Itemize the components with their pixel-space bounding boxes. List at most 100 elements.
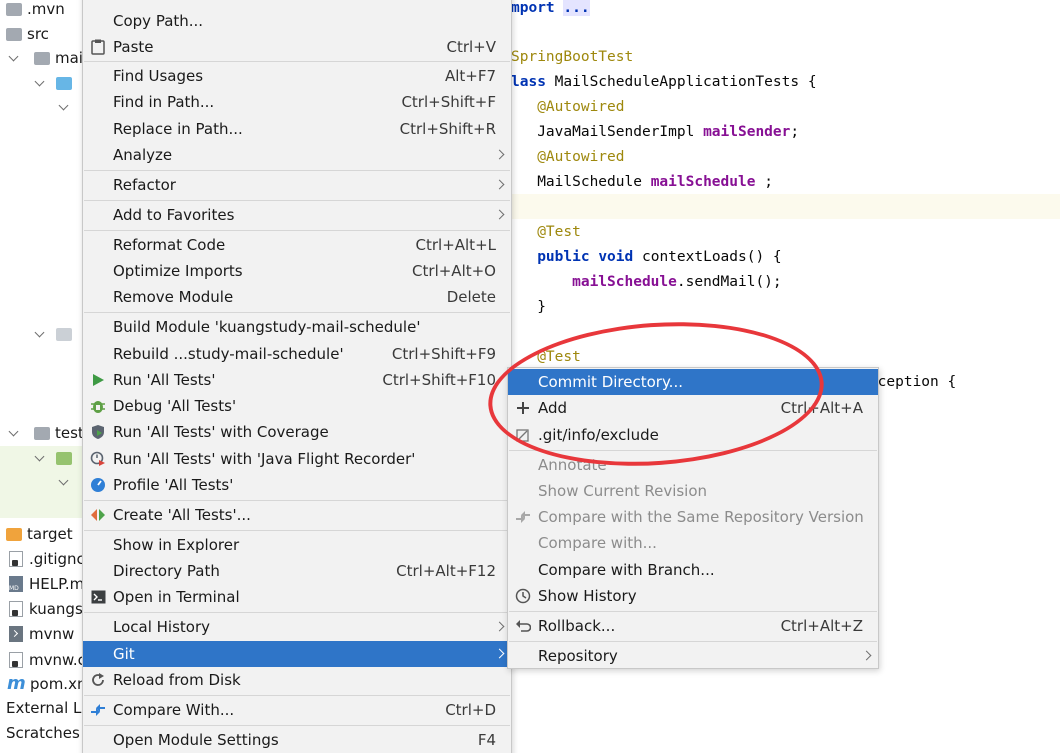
menu-item-compare-with-branch[interactable]: Compare with Branch... bbox=[508, 557, 878, 583]
chevron-down-icon[interactable] bbox=[6, 425, 22, 441]
menu-item-show-current-revision[interactable]: Show Current Revision bbox=[508, 478, 878, 504]
menu-item-optimize-imports[interactable]: Optimize Imports Ctrl+Alt+O bbox=[83, 258, 511, 284]
tree-item-label: mvnw.c bbox=[29, 651, 82, 669]
menu-separator bbox=[509, 450, 877, 451]
tree-item-src[interactable]: src bbox=[6, 22, 49, 46]
menu-item-run-with-jfr[interactable]: Run 'All Tests' with 'Java Flight Record… bbox=[83, 446, 511, 472]
menu-item-create-all-tests[interactable]: Create 'All Tests'... bbox=[83, 502, 511, 528]
chevron-down-icon[interactable] bbox=[32, 450, 48, 466]
plus-icon bbox=[514, 399, 532, 417]
run-icon bbox=[89, 371, 107, 389]
tree-item-external-libraries[interactable]: External Lil bbox=[6, 696, 82, 720]
menu-item-analyze[interactable]: Analyze bbox=[83, 142, 511, 168]
menu-item-remove-module[interactable]: Remove Module Delete bbox=[83, 284, 511, 310]
menu-item-open-module-settings[interactable]: Open Module Settings F4 bbox=[83, 727, 511, 753]
menu-item-profile-all-tests[interactable]: Profile 'All Tests' bbox=[83, 472, 511, 498]
menu-separator bbox=[84, 230, 510, 231]
tree-item-help[interactable]: HELP.m bbox=[9, 572, 82, 596]
menu-item-directory-path[interactable]: Directory Path Ctrl+Alt+F12 bbox=[83, 558, 511, 584]
compare-arrows-icon bbox=[514, 508, 532, 526]
tree-item-mvnw-cmd[interactable]: mvnw.c bbox=[9, 648, 82, 672]
menu-item-commit-directory[interactable]: Commit Directory... bbox=[508, 369, 878, 395]
menu-item-repository[interactable]: Repository bbox=[508, 643, 878, 669]
maven-icon: m bbox=[7, 673, 26, 694]
code-line: mport ... bbox=[511, 0, 590, 16]
menu-item-open-in-terminal[interactable]: Open in Terminal bbox=[83, 584, 511, 610]
menu-separator bbox=[84, 612, 510, 613]
tree-item-label: src bbox=[27, 25, 49, 43]
menu-item-git-exclude[interactable]: .git/info/exclude bbox=[508, 422, 878, 448]
menu-separator bbox=[509, 641, 877, 642]
file-icon bbox=[9, 551, 23, 567]
menu-item-reload-from-disk[interactable]: Reload from Disk bbox=[83, 667, 511, 693]
menu-item-add[interactable]: Add Ctrl+Alt+A bbox=[508, 395, 878, 421]
menu-item-local-history[interactable]: Local History bbox=[83, 614, 511, 640]
menu-item-show-history[interactable]: Show History bbox=[508, 583, 878, 609]
tree-item-main[interactable]: mai bbox=[6, 46, 82, 70]
tree-item-label: mvnw bbox=[29, 625, 75, 643]
menu-item-copy-path[interactable]: Copy Path... bbox=[83, 8, 511, 34]
source-folder-icon bbox=[56, 76, 72, 90]
tree-item-label: mai bbox=[55, 49, 82, 67]
chevron-down-icon[interactable] bbox=[32, 326, 48, 342]
menu-item-rollback[interactable]: Rollback... Ctrl+Alt+Z bbox=[508, 613, 878, 639]
menu-item-debug-all-tests[interactable]: Debug 'All Tests' bbox=[83, 393, 511, 419]
menu-item-compare-with[interactable]: Compare With... Ctrl+D bbox=[83, 697, 511, 723]
menu-item-find-usages[interactable]: Find Usages Alt+F7 bbox=[83, 63, 511, 89]
menu-separator bbox=[84, 530, 510, 531]
menu-item-git[interactable]: Git bbox=[83, 641, 511, 667]
chevron-right-icon bbox=[494, 179, 505, 190]
menu-item-rebuild[interactable]: Rebuild ...study-mail-schedule' Ctrl+Shi… bbox=[83, 341, 511, 367]
menu-item-run-all-tests[interactable]: Run 'All Tests' Ctrl+Shift+F10 bbox=[83, 367, 511, 393]
markdown-file-icon bbox=[9, 576, 23, 592]
chevron-down-icon[interactable] bbox=[6, 50, 22, 66]
chevron-down-icon[interactable] bbox=[56, 99, 72, 115]
menu-item-refactor[interactable]: Refactor bbox=[83, 172, 511, 198]
script-file-icon bbox=[9, 626, 23, 642]
folder-icon bbox=[34, 426, 50, 440]
debug-bug-icon bbox=[89, 397, 107, 415]
tree-item-mvn[interactable]: .mvn bbox=[6, 0, 65, 21]
chevron-down-icon[interactable] bbox=[32, 75, 48, 91]
folded-imports[interactable]: ... bbox=[563, 0, 590, 16]
menu-item-run-with-coverage[interactable]: Run 'All Tests' with Coverage bbox=[83, 419, 511, 445]
tree-item-gitignore[interactable]: .gitignc bbox=[9, 547, 82, 571]
menu-item-build-module[interactable]: Build Module 'kuangstudy-mail-schedule' bbox=[83, 314, 511, 340]
menu-item-compare-with[interactable]: Compare with... bbox=[508, 530, 878, 556]
project-tree: .mvn src mai test target .gitignc MD HEL… bbox=[0, 0, 82, 753]
chevron-right-icon bbox=[494, 621, 505, 632]
compare-arrows-icon bbox=[89, 701, 107, 719]
undo-icon bbox=[514, 617, 532, 635]
tree-item-java[interactable] bbox=[32, 71, 77, 95]
menu-item-add-to-favorites[interactable]: Add to Favorites bbox=[83, 202, 511, 228]
tree-item-target[interactable]: target bbox=[6, 522, 73, 546]
tree-item-resources[interactable] bbox=[32, 322, 77, 346]
tree-item-package[interactable] bbox=[56, 95, 72, 119]
code-line: SpringBootTest bbox=[511, 49, 634, 65]
tree-item-label: test bbox=[55, 424, 82, 442]
tree-item-test-java[interactable] bbox=[0, 446, 82, 470]
menu-item-replace-in-path[interactable]: Replace in Path... Ctrl+Shift+R bbox=[83, 116, 511, 142]
tree-item-label: HELP.m bbox=[29, 575, 82, 593]
menu-item-compare-same-repo[interactable]: Compare with the Same Repository Version bbox=[508, 504, 878, 530]
menu-item-reformat-code[interactable]: Reformat Code Ctrl+Alt+L bbox=[83, 232, 511, 258]
code-line: mailSchedule.sendMail(); bbox=[572, 274, 782, 290]
tree-item-test-package[interactable] bbox=[0, 470, 82, 518]
tree-item-mvnw[interactable]: mvnw bbox=[9, 622, 74, 646]
chevron-right-icon bbox=[861, 650, 872, 661]
tree-item-scratches[interactable]: Scratches a bbox=[6, 721, 82, 745]
chevron-down-icon[interactable] bbox=[56, 474, 72, 490]
current-line bbox=[511, 194, 1060, 219]
tree-item-iml[interactable]: kuangs bbox=[9, 597, 82, 621]
code-line: @Autowired bbox=[537, 99, 625, 115]
menu-item-annotate[interactable]: Annotate bbox=[508, 452, 878, 478]
clock-icon bbox=[514, 587, 532, 605]
test-folder-icon bbox=[56, 451, 72, 465]
tree-item-pom[interactable]: m pom.xn bbox=[7, 672, 82, 696]
menu-item-find-in-path[interactable]: Find in Path... Ctrl+Shift+F bbox=[83, 89, 511, 115]
tree-item-label: .mvn bbox=[27, 0, 65, 18]
menu-separator bbox=[84, 312, 510, 313]
menu-item-paste[interactable]: Paste Ctrl+V bbox=[83, 34, 511, 60]
menu-item-show-in-explorer[interactable]: Show in Explorer bbox=[83, 532, 511, 558]
tree-item-test[interactable]: test bbox=[6, 421, 82, 445]
